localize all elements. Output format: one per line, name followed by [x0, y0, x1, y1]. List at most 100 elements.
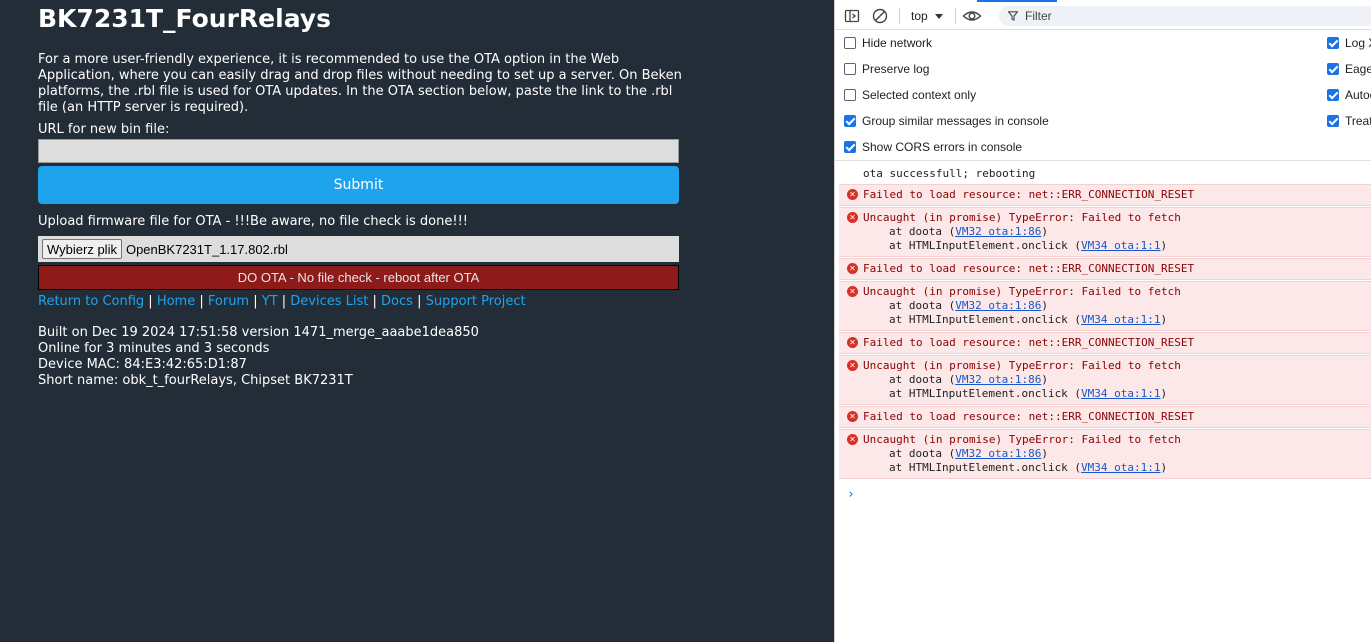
error-icon: ✕	[847, 337, 858, 348]
console-log-message: ota successfull; rebooting	[863, 167, 1036, 180]
stack-frame-text: at doota (	[889, 447, 956, 460]
setting-checkbox[interactable]	[1327, 63, 1339, 75]
source-link[interactable]: VM34 ota:1:1	[1081, 387, 1160, 400]
source-link[interactable]: VM32 ota:1:86	[955, 373, 1041, 386]
setting-checkbox[interactable]	[1327, 37, 1339, 49]
console-error-message: ✕ Uncaught (in promise) TypeError: Failed…	[839, 429, 1371, 479]
submit-button[interactable]: Submit	[38, 166, 679, 204]
error-text: Uncaught (in promise) TypeError: Failed …	[863, 433, 1181, 446]
stack-frame-close: )	[1041, 299, 1048, 312]
error-icon: ✕	[847, 434, 858, 445]
nav-link-home[interactable]: Home	[157, 294, 195, 309]
setting-checkbox[interactable]	[844, 63, 856, 75]
stack-frame-text: at HTMLInputElement.onclick (	[889, 387, 1082, 400]
console-error-message: ✕ Failed to load resource: net::ERR_CONNE…	[839, 406, 1371, 428]
bin-url-input[interactable]	[38, 139, 679, 163]
eye-icon[interactable]	[962, 7, 982, 25]
file-picker[interactable]: Wybierz plik OpenBK7231T_1.17.802.rbl	[38, 236, 679, 262]
error-text: Failed to load resource: net::ERR_CONNEC…	[863, 336, 1195, 349]
stack-frame-close: )	[1160, 239, 1168, 252]
stack-frame: at HTMLInputElement.onclick (VM34 ota:1:…	[863, 313, 1371, 327]
setting-label: Show CORS errors in console	[862, 140, 1023, 154]
stack-frame: at doota (VM32 ota:1:86)	[863, 225, 1371, 239]
clear-console-icon[interactable]	[871, 7, 889, 25]
setting-option[interactable]: Autoc	[1327, 88, 1371, 102]
context-selector[interactable]: top	[911, 9, 944, 23]
nav-link-support-project[interactable]: Support Project	[426, 294, 526, 309]
source-link[interactable]: VM34 ota:1:1	[1081, 461, 1160, 474]
sidebar-toggle-icon[interactable]	[843, 7, 861, 25]
setting-option[interactable]: Log X	[1327, 36, 1371, 50]
ota-intro-text: For a more user-friendly experience, it …	[38, 52, 682, 115]
stack-frame-close: )	[1160, 461, 1168, 474]
source-link[interactable]: VM32 ota:1:86	[955, 225, 1041, 238]
source-link[interactable]: VM34 ota:1:1	[1081, 313, 1160, 326]
url-label: URL for new bin file:	[38, 122, 170, 137]
nav-link-return-to-config[interactable]: Return to Config	[38, 294, 144, 309]
source-link[interactable]: VM32 ota:1:86	[955, 447, 1041, 460]
stack-frame-close: )	[1160, 387, 1168, 400]
error-text: Failed to load resource: net::ERR_CONNEC…	[863, 410, 1195, 423]
error-icon: ✕	[847, 212, 858, 223]
link-separator: |	[195, 294, 208, 309]
device-info: Built on Dec 19 2024 17:51:58 version 14…	[38, 325, 479, 389]
error-text: Failed to load resource: net::ERR_CONNEC…	[863, 262, 1195, 275]
stack-frame-text: at doota (	[889, 373, 956, 386]
context-value: top	[911, 9, 928, 23]
link-separator: |	[249, 294, 262, 309]
filter-icon	[1008, 11, 1018, 21]
error-icon: ✕	[847, 360, 858, 371]
stack-frame-text: at HTMLInputElement.onclick (	[889, 461, 1082, 474]
console-error-message: ✕ Uncaught (in promise) TypeError: Failed…	[839, 355, 1371, 405]
do-ota-button[interactable]: DO OTA - No file check - reboot after OT…	[38, 265, 679, 290]
stack-frame-close: )	[1041, 373, 1048, 386]
console-output: ota successfull; rebooting ✕ Failed to lo…	[835, 162, 1371, 502]
setting-label: Eage	[1345, 62, 1371, 76]
setting-checkbox[interactable]	[844, 115, 856, 127]
error-text: Uncaught (in promise) TypeError: Failed …	[863, 285, 1181, 298]
setting-option[interactable]: Show CORS errors in console	[844, 140, 1022, 154]
device-web-page: BK7231T_FourRelays For a more user-frien…	[0, 0, 834, 642]
stack-frame: at doota (VM32 ota:1:86)	[863, 447, 1371, 461]
error-icon: ✕	[847, 286, 858, 297]
error-text: Uncaught (in promise) TypeError: Failed …	[863, 359, 1181, 372]
chevron-down-icon	[935, 14, 944, 19]
link-separator: |	[144, 294, 157, 309]
setting-checkbox[interactable]	[844, 89, 856, 101]
link-separator: |	[412, 294, 426, 309]
nav-link-docs[interactable]: Docs	[381, 294, 413, 309]
console-error-message: ✕ Failed to load resource: net::ERR_CONNE…	[839, 258, 1371, 280]
toolbar-separator	[955, 8, 956, 24]
devtools-panel: top Filter Hide network Preserve log Selec…	[834, 0, 1371, 642]
setting-checkbox[interactable]	[844, 141, 856, 153]
setting-option[interactable]: Preserve log	[844, 62, 929, 76]
nav-link-yt[interactable]: YT	[262, 294, 278, 309]
setting-option[interactable]: Hide network	[844, 36, 932, 50]
setting-checkbox[interactable]	[1327, 89, 1339, 101]
setting-option[interactable]: Group similar messages in console	[844, 114, 1049, 128]
setting-checkbox[interactable]	[1327, 115, 1339, 127]
setting-option[interactable]: Selected context only	[844, 88, 976, 102]
stack-frame: at doota (VM32 ota:1:86)	[863, 373, 1371, 387]
stack-frame-text: at doota (	[889, 225, 956, 238]
setting-option[interactable]: Eage	[1327, 62, 1371, 76]
setting-option[interactable]: Treat	[1327, 114, 1371, 128]
filter-input[interactable]: Filter	[999, 6, 1371, 26]
stack-frame: at doota (VM32 ota:1:86)	[863, 299, 1371, 313]
link-separator: |	[368, 294, 382, 309]
console-error-message: ✕ Uncaught (in promise) TypeError: Failed…	[839, 281, 1371, 331]
console-prompt[interactable]: ›	[847, 487, 1371, 502]
console-error-message: ✕ Failed to load resource: net::ERR_CONNE…	[839, 184, 1371, 206]
setting-checkbox[interactable]	[844, 37, 856, 49]
source-link[interactable]: VM34 ota:1:1	[1081, 239, 1160, 252]
choose-file-button[interactable]: Wybierz plik	[42, 239, 122, 259]
stack-frame-text: at HTMLInputElement.onclick (	[889, 239, 1082, 252]
nav-link-devices-list[interactable]: Devices List	[290, 294, 368, 309]
device-info-line: Built on Dec 19 2024 17:51:58 version 14…	[38, 325, 479, 340]
setting-label: Selected context only	[862, 88, 977, 102]
page-title: BK7231T_FourRelays	[38, 4, 331, 33]
setting-label: Treat	[1345, 114, 1371, 128]
nav-link-forum[interactable]: Forum	[208, 294, 249, 309]
source-link[interactable]: VM32 ota:1:86	[955, 299, 1041, 312]
stack-frame: at HTMLInputElement.onclick (VM34 ota:1:…	[863, 387, 1371, 401]
